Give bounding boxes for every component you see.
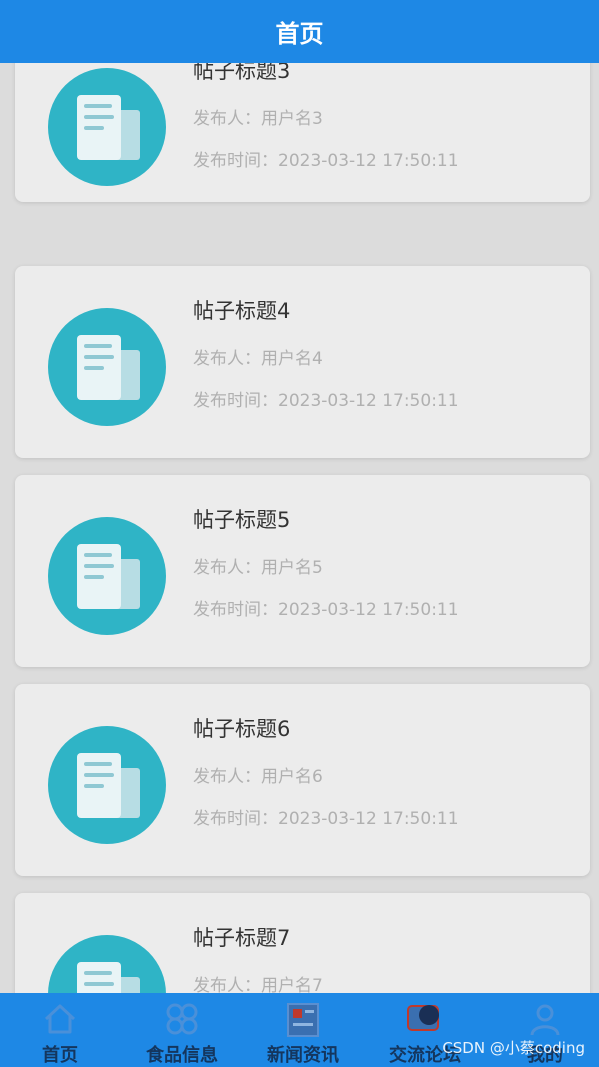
post-author: 发布人：用户名3 bbox=[193, 109, 323, 129]
post-title: 帖子标题6 bbox=[193, 717, 291, 741]
post-card[interactable]: 帖子标题7 发布人：用户名7 bbox=[15, 893, 590, 995]
document-icon bbox=[48, 726, 166, 844]
post-author: 发布人：用户名4 bbox=[193, 349, 323, 369]
post-card[interactable]: 帖子标题4 发布人：用户名4 发布时间：2023-03-12 17:50:11 bbox=[15, 266, 590, 458]
post-title: 帖子标题4 bbox=[193, 299, 291, 323]
post-title: 帖子标题7 bbox=[193, 926, 291, 950]
document-icon bbox=[48, 935, 166, 995]
post-card[interactable]: 帖子标题6 发布人：用户名6 发布时间：2023-03-12 17:50:11 bbox=[15, 684, 590, 876]
post-list[interactable]: 帖子标题3 发布人：用户名3 发布时间：2023-03-12 17:50:11 … bbox=[0, 40, 599, 995]
post-time: 发布时间：2023-03-12 17:50:11 bbox=[193, 600, 459, 620]
chat-icon bbox=[407, 1005, 439, 1031]
post-time: 发布时间：2023-03-12 17:50:11 bbox=[193, 809, 459, 829]
post-time: 发布时间：2023-03-12 17:50:11 bbox=[193, 391, 459, 411]
post-card[interactable]: 帖子标题5 发布人：用户名5 发布时间：2023-03-12 17:50:11 bbox=[15, 475, 590, 667]
document-icon bbox=[48, 68, 166, 186]
grid-icon bbox=[166, 1003, 198, 1035]
tab-food-info[interactable]: 食品信息 bbox=[127, 993, 237, 1067]
post-author: 发布人：用户名7 bbox=[193, 976, 323, 995]
page-title: 首页 bbox=[275, 20, 324, 48]
post-author: 发布人：用户名5 bbox=[193, 558, 323, 578]
page-header: 首页 bbox=[0, 0, 599, 63]
home-icon bbox=[44, 1004, 76, 1034]
document-icon bbox=[48, 308, 166, 426]
user-icon bbox=[530, 1004, 560, 1036]
post-time: 发布时间：2023-03-12 17:50:11 bbox=[193, 151, 459, 171]
tab-home-label: 首页 bbox=[42, 1045, 78, 1066]
post-card[interactable]: 帖子标题3 发布人：用户名3 发布时间：2023-03-12 17:50:11 bbox=[15, 40, 590, 202]
watermark: CSDN @小蔡coding bbox=[442, 1039, 585, 1057]
post-author: 发布人：用户名6 bbox=[193, 767, 323, 787]
document-icon bbox=[48, 517, 166, 635]
tab-news[interactable]: 新闻资讯 bbox=[248, 993, 358, 1067]
tab-food-info-label: 食品信息 bbox=[146, 1045, 218, 1066]
post-title: 帖子标题5 bbox=[193, 508, 291, 532]
news-icon bbox=[287, 1003, 319, 1037]
tab-home[interactable]: 首页 bbox=[5, 993, 115, 1067]
tab-news-label: 新闻资讯 bbox=[267, 1045, 339, 1066]
